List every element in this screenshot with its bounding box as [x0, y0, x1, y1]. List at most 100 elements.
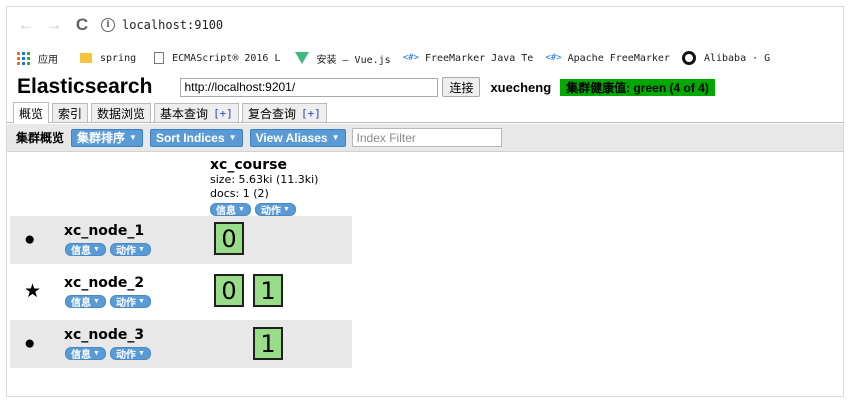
- shard-box[interactable]: 1: [253, 327, 283, 360]
- bookmark-tag-icon: <#>: [545, 53, 562, 63]
- bookmark-tag-icon: <#>: [402, 53, 419, 63]
- tab-bar: 概览 索引 数据浏览 基本查询 [+] 复合查询 [+]: [7, 101, 843, 123]
- caret-down-icon: ▼: [137, 350, 145, 357]
- bookmark-label: spring: [100, 52, 137, 64]
- apps-grid-icon: [17, 51, 30, 65]
- caret-down-icon: ▼: [228, 133, 237, 142]
- node-info-button[interactable]: 信息 ▼: [65, 295, 106, 309]
- sort-indices-button[interactable]: Sort Indices ▼: [149, 128, 243, 147]
- tab-overview[interactable]: 概览: [13, 102, 50, 123]
- node-row: ● xc_node_1 信息 ▼ 动作 ▼ 0: [10, 216, 352, 264]
- cluster-toolbar: 集群概览 集群排序 ▼ Sort Indices ▼ View Aliases …: [7, 124, 843, 152]
- caret-down-icon: ▼: [93, 246, 100, 253]
- bookmark-apache-freemarker[interactable]: <#> Apache FreeMarker: [545, 53, 670, 64]
- tab-label: 基本查询: [160, 106, 209, 121]
- button-label: 动作: [115, 246, 136, 257]
- caret-down-icon: ▼: [93, 350, 100, 357]
- index-action-button[interactable]: 动作 ▼: [254, 203, 296, 217]
- tab-label: 索引: [58, 106, 83, 121]
- button-label: 信息: [216, 206, 236, 217]
- index-docs: docs: 1 (2): [210, 187, 269, 200]
- tab-browser[interactable]: 数据浏览: [91, 103, 152, 122]
- button-label: 信息: [71, 246, 91, 257]
- tab-compound-query[interactable]: 复合查询 [+]: [241, 103, 327, 122]
- tab-add[interactable]: [+]: [301, 107, 321, 120]
- node-row: ● xc_node_3 信息 ▼ 动作 ▼ 1: [10, 320, 352, 368]
- button-label: Sort Indices: [155, 130, 225, 145]
- node-name: xc_node_1: [64, 223, 145, 239]
- app-title: Elasticsearch: [17, 75, 153, 98]
- connection-url-input[interactable]: [180, 77, 439, 97]
- bookmark-alibaba[interactable]: Alibaba · G: [681, 51, 771, 65]
- browser-window: ← → C i localhost:9100 应用 spring ECMAScr…: [6, 6, 844, 397]
- node-row: ★ xc_node_2 信息 ▼ 动作 ▼ 0 1: [10, 268, 352, 316]
- document-icon: [154, 52, 165, 64]
- circle-icon: ●: [24, 229, 36, 250]
- address-bar: ← → C i localhost:9100: [7, 7, 843, 43]
- folder-icon: [80, 53, 92, 63]
- reload-icon[interactable]: C: [71, 14, 93, 36]
- bookmark-label: 安装 — Vue.js: [316, 54, 391, 66]
- bookmark-label: ECMAScript® 2016 L: [172, 52, 281, 64]
- index-filter-input[interactable]: [351, 128, 502, 147]
- bookmark-vue[interactable]: 安装 — Vue.js: [294, 51, 391, 66]
- tab-label: 概览: [19, 106, 44, 121]
- node-name: xc_node_3: [64, 327, 145, 343]
- button-label: 动作: [115, 298, 136, 309]
- bookmark-spring[interactable]: spring: [80, 53, 136, 64]
- app-header: Elasticsearch 连接 xuecheng 集群健康值: green (…: [7, 73, 843, 101]
- bookmark-ecmascript[interactable]: ECMAScript® 2016 L: [154, 52, 281, 64]
- caret-down-icon: ▼: [137, 298, 145, 305]
- bookmark-label: FreeMarker Java Te: [424, 52, 534, 64]
- caret-down-icon: ▼: [282, 206, 290, 213]
- connect-button[interactable]: 连接: [442, 77, 481, 97]
- button-label: 信息: [71, 298, 91, 309]
- forward-arrow-icon[interactable]: →: [43, 14, 65, 36]
- button-label: 动作: [260, 206, 281, 217]
- shard-box[interactable]: 0: [214, 274, 244, 307]
- button-label: 动作: [115, 350, 136, 361]
- button-label: View Aliases: [255, 130, 328, 145]
- tab-add[interactable]: [+]: [213, 107, 233, 120]
- caret-down-icon: ▼: [137, 246, 145, 253]
- circle-icon: ●: [24, 333, 36, 354]
- button-label: 集群排序: [77, 131, 126, 145]
- node-action-button[interactable]: 动作 ▼: [109, 295, 151, 309]
- vue-logo-icon: [294, 52, 309, 64]
- tab-basic-query[interactable]: 基本查询 [+]: [154, 103, 239, 122]
- node-name: xc_node_2: [64, 275, 145, 291]
- cluster-name: xuecheng: [490, 79, 552, 95]
- button-label: 信息: [71, 350, 91, 361]
- shard-box[interactable]: 0: [214, 222, 244, 255]
- site-info-icon[interactable]: i: [101, 18, 115, 32]
- tab-label: 复合查询: [247, 106, 296, 121]
- toolbar-title: 集群概览: [16, 131, 65, 145]
- node-action-button[interactable]: 动作 ▼: [109, 347, 151, 361]
- index-column-header: xc_course size: 5.63ki (11.3ki) docs: 1 …: [210, 157, 350, 217]
- cluster-health-badge: 集群健康值: green (4 of 4): [560, 78, 715, 96]
- bookmark-label: Alibaba · G: [703, 52, 771, 64]
- caret-down-icon: ▼: [331, 133, 340, 142]
- caret-down-icon: ▼: [93, 298, 100, 305]
- index-name: xc_course: [210, 157, 287, 173]
- bookmark-label: Apache FreeMarker: [567, 52, 670, 64]
- sort-cluster-button[interactable]: 集群排序 ▼: [71, 128, 143, 147]
- caret-down-icon: ▼: [238, 206, 245, 213]
- bookmark-label: 应用: [38, 54, 58, 66]
- view-aliases-button[interactable]: View Aliases ▼: [249, 128, 346, 147]
- index-size: size: 5.63ki (11.3ki): [210, 173, 319, 186]
- tab-indices[interactable]: 索引: [52, 103, 89, 122]
- star-icon: ★: [24, 281, 42, 302]
- shard-box[interactable]: 1: [253, 274, 283, 307]
- bookmark-apps[interactable]: 应用: [17, 51, 58, 66]
- url-field[interactable]: localhost:9100: [122, 18, 223, 32]
- index-info-button[interactable]: 信息 ▼: [210, 203, 251, 217]
- node-action-button[interactable]: 动作 ▼: [109, 243, 151, 257]
- node-info-button[interactable]: 信息 ▼: [65, 243, 106, 257]
- bookmark-freemarker-java[interactable]: <#> FreeMarker Java Te: [403, 53, 534, 64]
- bookmarks-bar: 应用 spring ECMAScript® 2016 L 安装 — Vue.js…: [7, 43, 843, 73]
- back-arrow-icon[interactable]: ←: [15, 14, 37, 36]
- node-info-button[interactable]: 信息 ▼: [65, 347, 106, 361]
- tab-label: 数据浏览: [97, 106, 146, 121]
- github-icon: [681, 51, 696, 65]
